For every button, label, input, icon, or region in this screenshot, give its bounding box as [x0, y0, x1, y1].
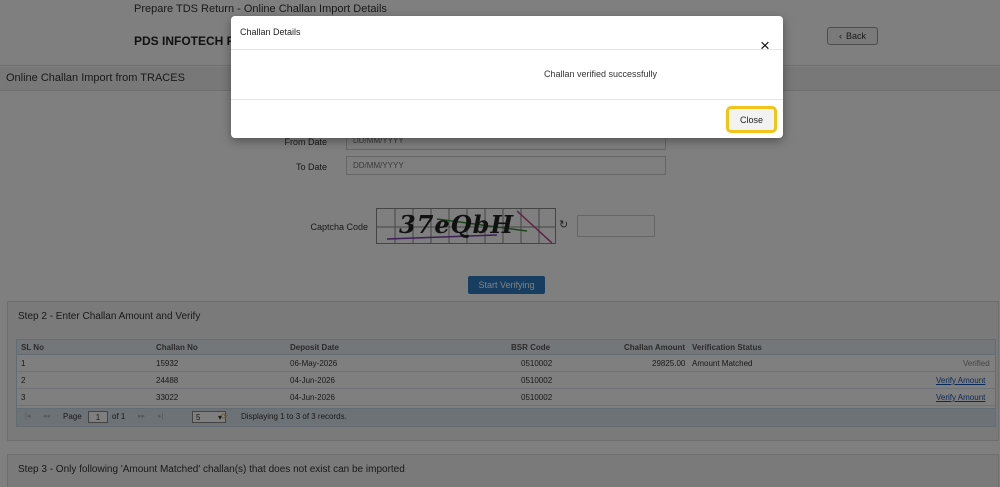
success-message: Challan verified successfully	[543, 69, 657, 79]
challan-details-dialog: Challan Details × Challan verified succe…	[231, 16, 783, 138]
close-button[interactable]: Close	[726, 106, 777, 133]
modal-footer: Close	[231, 100, 783, 138]
modal-body: Challan verified successfully	[231, 50, 783, 100]
modal-header: Challan Details ×	[231, 16, 783, 54]
modal-title: Challan Details	[240, 27, 301, 37]
